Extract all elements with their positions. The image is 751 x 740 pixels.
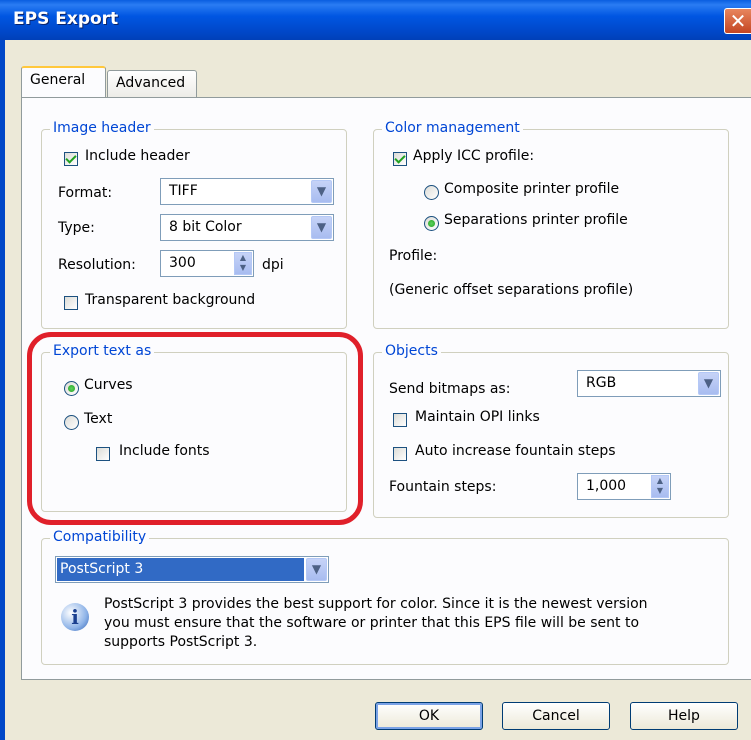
chevron-down-icon[interactable]: ▼: [306, 558, 327, 581]
compatibility-info-line3: supports PostScript 3.: [104, 634, 258, 650]
separations-profile-radio[interactable]: [424, 216, 439, 231]
image-header-legend: Image header: [50, 120, 154, 136]
window-frame: [0, 40, 5, 740]
resolution-label: Resolution:: [58, 257, 136, 273]
composite-profile-radio[interactable]: [424, 185, 439, 200]
type-value: 8 bit Color: [169, 219, 242, 235]
eps-export-dialog: EPS Export ✕ General Advanced Image head…: [0, 0, 751, 740]
compatibility-value: PostScript 3: [57, 558, 304, 581]
info-icon: i: [61, 603, 89, 631]
include-header-label: Include header: [85, 148, 190, 164]
type-select[interactable]: 8 bit Color ▼: [160, 214, 334, 241]
tab-general[interactable]: General: [21, 66, 106, 98]
color-management-group: Color management Apply ICC profile: Comp…: [373, 120, 729, 329]
type-label: Type:: [58, 220, 95, 236]
ok-button[interactable]: OK: [375, 702, 483, 730]
color-management-legend: Color management: [382, 120, 523, 136]
maintain-opi-label: Maintain OPI links: [415, 409, 540, 425]
profile-label: Profile:: [389, 248, 438, 264]
compatibility-info-line1: PostScript 3 provides the best support f…: [104, 596, 648, 612]
composite-profile-label: Composite printer profile: [444, 181, 620, 197]
send-bitmaps-label: Send bitmaps as:: [389, 381, 511, 397]
cancel-button[interactable]: Cancel: [502, 702, 610, 730]
resolution-unit: dpi: [262, 257, 284, 273]
maintain-opi-checkbox[interactable]: [393, 413, 407, 427]
spinner-arrows-icon[interactable]: ▲ ▼: [651, 475, 669, 498]
resolution-spinner[interactable]: 300 ▲ ▼: [160, 250, 254, 277]
apply-icc-label: Apply ICC profile:: [413, 148, 535, 164]
separations-profile-label: Separations printer profile: [444, 212, 628, 228]
send-bitmaps-select[interactable]: RGB ▼: [577, 370, 721, 397]
tab-advanced[interactable]: Advanced: [107, 70, 197, 98]
compatibility-select[interactable]: PostScript 3 ▼: [55, 556, 329, 583]
compatibility-legend: Compatibility: [50, 529, 150, 545]
auto-increase-label: Auto increase fountain steps: [415, 443, 616, 459]
close-icon[interactable]: ✕: [724, 8, 751, 34]
format-value: TIFF: [169, 183, 198, 199]
compatibility-group: Compatibility PostScript 3 ▼ i PostScrip…: [41, 529, 729, 665]
chevron-down-icon[interactable]: ▼: [311, 216, 332, 239]
auto-increase-checkbox[interactable]: [393, 447, 407, 461]
send-bitmaps-value: RGB: [586, 375, 617, 391]
transparent-background-checkbox[interactable]: [64, 296, 78, 310]
objects-group: Objects Send bitmaps as: RGB ▼ Maintain …: [373, 343, 729, 518]
profile-value: (Generic offset separations profile): [389, 282, 634, 298]
transparent-background-label: Transparent background: [85, 292, 256, 308]
apply-icc-checkbox[interactable]: [393, 152, 407, 166]
chevron-down-icon[interactable]: ▼: [311, 180, 332, 203]
window-title: EPS Export: [13, 9, 119, 29]
help-button[interactable]: Help: [630, 702, 738, 730]
highlight-ring: [27, 332, 363, 525]
format-label: Format:: [58, 185, 113, 201]
format-select[interactable]: TIFF ▼: [160, 178, 334, 205]
fountain-steps-label: Fountain steps:: [389, 479, 497, 495]
chevron-down-icon[interactable]: ▼: [698, 372, 719, 395]
objects-legend: Objects: [382, 343, 441, 359]
fountain-steps-spinner[interactable]: 1,000 ▲ ▼: [577, 473, 671, 500]
image-header-group: Image header Include header Format: TIFF…: [41, 120, 347, 329]
compatibility-info-line2: you must ensure that the software or pri…: [104, 615, 640, 631]
resolution-value: 300: [169, 255, 196, 271]
include-header-checkbox[interactable]: [64, 152, 78, 166]
title-bar[interactable]: EPS Export ✕: [0, 0, 751, 40]
fountain-steps-value: 1,000: [586, 478, 627, 494]
spinner-arrows-icon[interactable]: ▲ ▼: [234, 252, 252, 275]
